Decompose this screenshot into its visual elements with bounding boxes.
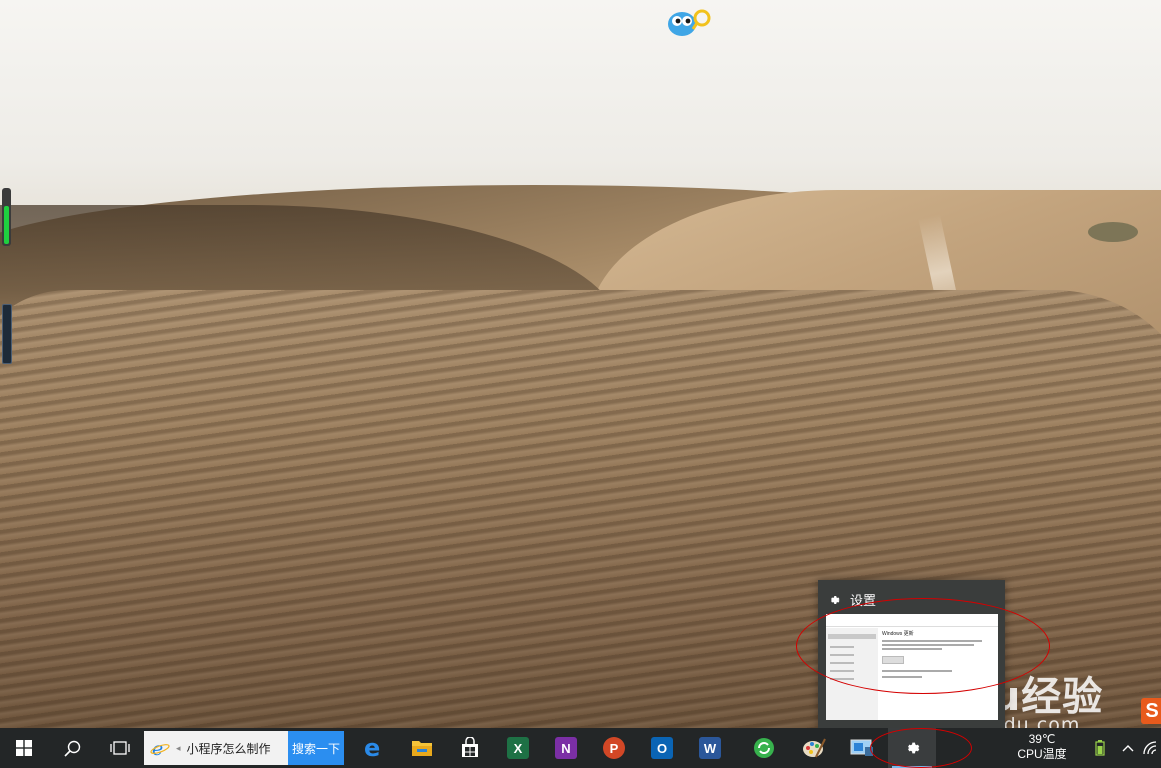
side-memory-gauge[interactable] bbox=[2, 188, 11, 246]
start-button[interactable] bbox=[0, 728, 48, 768]
cpu-temp-label: CPU温度 bbox=[1017, 747, 1067, 761]
shrub bbox=[1088, 222, 1138, 242]
cpu-temp-value: 39℃ bbox=[1028, 732, 1056, 746]
excel-icon: X bbox=[507, 737, 529, 759]
search-submit-button[interactable]: 搜索一下 bbox=[288, 731, 344, 765]
word-icon: W bbox=[699, 737, 721, 759]
gauge-fill bbox=[4, 206, 9, 244]
taskbar-app-onenote[interactable]: N bbox=[542, 728, 590, 768]
refresh-globe-icon bbox=[754, 738, 774, 758]
taskbar: e ◂ 小程序怎么制作 搜索一下 e X N P O W 39℃ CPU温度 bbox=[0, 728, 1161, 768]
taskbar-app-outlook[interactable]: O bbox=[638, 728, 686, 768]
outlook-icon: O bbox=[651, 737, 673, 759]
search-query: 小程序怎么制作 bbox=[186, 741, 271, 756]
taskbar-app-word[interactable]: W bbox=[686, 728, 734, 768]
svg-text:e: e bbox=[152, 738, 163, 758]
windows-logo-icon bbox=[16, 740, 32, 756]
owl-mascot-icon[interactable] bbox=[666, 6, 712, 38]
edge-icon: e bbox=[364, 737, 380, 759]
dropdown-arrow-icon[interactable]: ◂ bbox=[176, 743, 181, 754]
taskbar-app-store[interactable] bbox=[446, 728, 494, 768]
network-tray-icon[interactable] bbox=[1140, 728, 1161, 768]
palette-icon bbox=[803, 738, 826, 758]
store-bag-icon bbox=[462, 737, 478, 757]
wifi-icon bbox=[1142, 741, 1156, 755]
taskbar-app-file-explorer[interactable] bbox=[398, 728, 446, 768]
ie-icon: e bbox=[150, 738, 170, 758]
taskbar-app-browser-360[interactable] bbox=[740, 728, 788, 768]
side-widget[interactable] bbox=[2, 304, 12, 364]
search-button[interactable] bbox=[48, 728, 96, 768]
chevron-up-icon bbox=[1122, 745, 1134, 752]
taskbar-app-excel[interactable]: X bbox=[494, 728, 542, 768]
baidu-search-box[interactable]: e ◂ 小程序怎么制作 bbox=[144, 731, 288, 765]
onenote-icon: N bbox=[555, 737, 577, 759]
magnifier-icon bbox=[63, 740, 80, 757]
taskbar-app-edge[interactable]: e bbox=[350, 728, 398, 768]
task-view-icon bbox=[110, 741, 130, 755]
powerpoint-icon: P bbox=[603, 737, 625, 759]
task-view-button[interactable] bbox=[96, 728, 144, 768]
svg-text:e: e bbox=[364, 737, 380, 759]
battery-icon bbox=[1095, 740, 1105, 756]
folder-icon bbox=[412, 741, 432, 756]
annotation-ellipse-preview bbox=[796, 598, 1050, 694]
show-hidden-icons-button[interactable] bbox=[1116, 728, 1140, 768]
taskbar-app-paint[interactable] bbox=[790, 728, 838, 768]
sogou-badge[interactable]: S bbox=[1141, 698, 1161, 724]
annotation-ellipse-settings bbox=[870, 728, 972, 768]
taskbar-app-powerpoint[interactable]: P bbox=[590, 728, 638, 768]
battery-tray-icon[interactable] bbox=[1088, 728, 1112, 768]
cpu-temperature-widget[interactable]: 39℃ CPU温度 bbox=[1014, 732, 1070, 762]
gear-icon bbox=[831, 595, 840, 604]
